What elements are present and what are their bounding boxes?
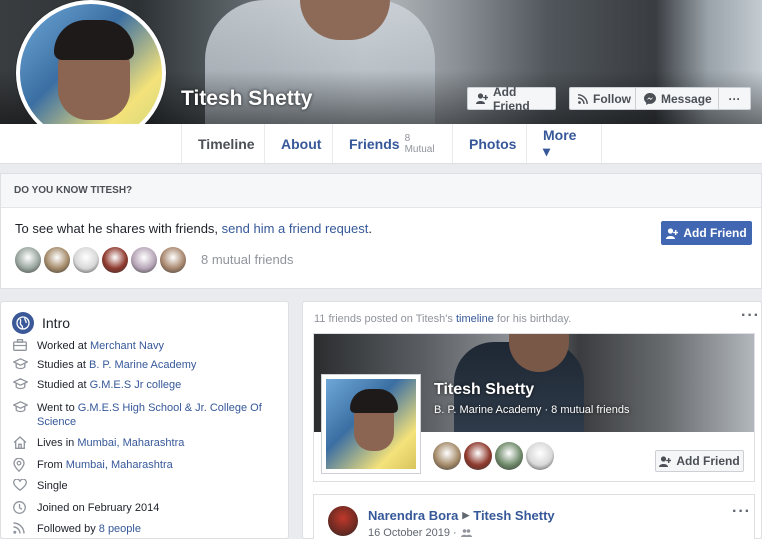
mutual-friend-avatar[interactable]: [44, 247, 70, 273]
clock-icon: [13, 501, 29, 518]
tab-timeline[interactable]: Timeline: [181, 124, 264, 163]
intro-item-link[interactable]: Mumbai, Maharashtra: [77, 437, 184, 449]
know-text: To see what he shares with friends, send…: [15, 221, 372, 236]
rss-icon: [13, 522, 29, 538]
timeline-column: 11 friends posted on Titesh's timeline f…: [302, 301, 762, 539]
post-header: Narendra Bora ▶ Titesh Shetty: [368, 508, 555, 523]
graduation-cap-icon: [12, 378, 29, 394]
intro-item-text: Went to G.M.E.S High School & Jr. Colleg…: [37, 402, 262, 428]
share-card-name[interactable]: Titesh Shetty: [434, 381, 534, 399]
add-person-icon: [666, 227, 679, 239]
intro-item: Followed by 8 people: [13, 522, 281, 538]
post-options-button[interactable]: ···: [732, 503, 751, 521]
intro-item: Studies at B. P. Marine Academy: [12, 358, 281, 374]
profile-name[interactable]: Titesh Shetty: [181, 87, 312, 111]
intro-item: Single: [13, 478, 281, 495]
briefcase-icon: [13, 339, 29, 355]
intro-item-text: Joined on February 2014: [37, 502, 160, 514]
share-card-avatar[interactable]: [321, 374, 421, 474]
rss-icon: [578, 93, 588, 104]
send-friend-request-link[interactable]: send him a friend request: [222, 221, 369, 236]
know-heading: DO YOU KNOW TITESH?: [1, 174, 761, 208]
intro-item-text: From Mumbai, Maharashtra: [37, 459, 173, 471]
know-add-friend-button[interactable]: Add Friend: [661, 221, 752, 245]
mutual-friend-avatar[interactable]: [160, 247, 186, 273]
messenger-icon: [644, 92, 656, 105]
add-person-icon: [476, 93, 488, 104]
share-friend-avatar[interactable]: [433, 442, 461, 470]
follow-button[interactable]: Follow: [569, 87, 636, 110]
share-card-subtitle: B. P. Marine Academy · 8 mutual friends: [434, 404, 630, 416]
mutual-friend-avatar[interactable]: [102, 247, 128, 273]
add-friend-button[interactable]: Add Friend: [467, 85, 556, 113]
share-friend-avatar[interactable]: [526, 442, 554, 470]
add-person-icon: [659, 455, 672, 467]
share-friend-avatar[interactable]: [464, 442, 492, 470]
birthday-summary: 11 friends posted on Titesh's timeline f…: [314, 313, 572, 325]
birthday-options-button[interactable]: ···: [741, 307, 760, 325]
tab-more[interactable]: More ▾: [526, 124, 602, 163]
intro-item-text: Lives in Mumbai, Maharashtra: [37, 437, 185, 449]
intro-item-text: Studies at B. P. Marine Academy: [37, 359, 197, 371]
share-card-friends: [433, 442, 557, 470]
friends-audience-icon: [460, 529, 472, 537]
profile-nav: Timeline About Friends 8 Mutual Photos Mo…: [0, 124, 762, 164]
intro-item: Studied at G.M.E.S Jr college: [12, 378, 281, 394]
intro-item: From Mumbai, Maharashtra: [13, 457, 281, 476]
intro-item-link[interactable]: Mumbai, Maharashtra: [66, 459, 173, 471]
post-author-avatar[interactable]: [328, 506, 358, 536]
intro-card: Intro Worked at Merchant Navy Studies at …: [0, 301, 289, 539]
caret-right-icon: ▶: [462, 510, 470, 520]
post-author-link[interactable]: Narendra Bora: [368, 508, 458, 523]
tab-friends[interactable]: Friends 8 Mutual: [332, 124, 452, 163]
mutual-friends-avatars: [15, 247, 189, 273]
location-pin-icon: [13, 457, 29, 476]
timeline-post: Narendra Bora ▶ Titesh Shetty 16 October…: [313, 494, 755, 539]
mutual-friend-avatar[interactable]: [73, 247, 99, 273]
intro-item: Lives in Mumbai, Maharashtra: [13, 436, 281, 453]
post-target-link[interactable]: Titesh Shetty: [473, 508, 554, 523]
intro-item-link[interactable]: G.M.E.S Jr college: [90, 379, 182, 391]
intro-item-link[interactable]: 8 people: [99, 523, 141, 535]
more-options-button[interactable]: ···: [719, 87, 751, 110]
intro-item: Joined on February 2014: [13, 501, 281, 518]
intro-item-text: Studied at G.M.E.S Jr college: [37, 379, 182, 391]
mutual-friend-avatar[interactable]: [15, 247, 41, 273]
graduation-cap-icon: [12, 358, 29, 374]
intro-item-text: Worked at Merchant Navy: [37, 340, 164, 352]
tab-photos[interactable]: Photos: [452, 124, 526, 163]
mutual-friends-count[interactable]: 8 mutual friends: [201, 252, 294, 267]
share-add-friend-button[interactable]: Add Friend: [655, 450, 744, 472]
profile-share-card: Titesh Shetty B. P. Marine Academy · 8 m…: [313, 333, 755, 482]
home-icon: [13, 436, 29, 453]
graduation-cap-icon: [12, 401, 29, 429]
tab-about[interactable]: About: [264, 124, 332, 163]
heart-icon: [13, 478, 29, 495]
intro-item-text: Followed by 8 people: [37, 523, 141, 535]
intro-item: Went to G.M.E.S High School & Jr. Colleg…: [12, 401, 281, 429]
share-friend-avatar[interactable]: [495, 442, 523, 470]
intro-title: Intro: [12, 312, 70, 334]
message-button[interactable]: Message: [636, 87, 719, 110]
intro-item-link[interactable]: B. P. Marine Academy: [89, 359, 196, 371]
post-date: 16 October 2019 ·: [368, 527, 472, 539]
intro-item-text: Single: [37, 480, 68, 492]
intro-item: Worked at Merchant Navy: [13, 339, 281, 355]
mutual-friend-avatar[interactable]: [131, 247, 157, 273]
timeline-link[interactable]: timeline: [456, 313, 494, 325]
intro-item-link[interactable]: Merchant Navy: [90, 340, 164, 352]
do-you-know-card: DO YOU KNOW TITESH? To see what he share…: [0, 173, 762, 289]
globe-icon: [12, 312, 34, 334]
